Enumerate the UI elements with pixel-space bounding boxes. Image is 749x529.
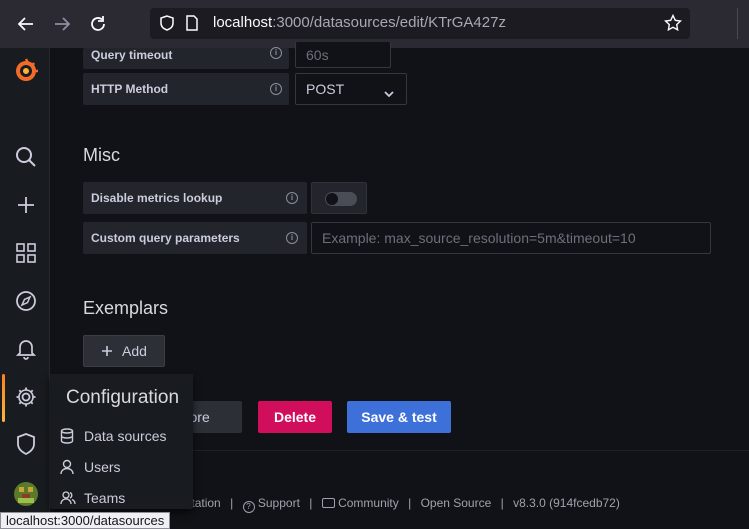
star-icon[interactable] bbox=[663, 13, 683, 36]
query-timeout-text: Query timeout bbox=[91, 48, 173, 62]
menu-item-label: Data sources bbox=[84, 428, 167, 444]
footer-open-source[interactable]: Open Source bbox=[421, 496, 492, 510]
url-path: :3000/datasources/edit/KTrGA427z bbox=[272, 14, 506, 31]
support-icon: ? bbox=[242, 501, 255, 513]
query-timeout-input[interactable]: 60s bbox=[295, 42, 391, 68]
info-icon[interactable]: i bbox=[270, 47, 282, 59]
search-icon[interactable] bbox=[13, 144, 39, 170]
reload-button[interactable] bbox=[82, 8, 114, 40]
side-menu bbox=[0, 48, 50, 529]
plus-icon bbox=[102, 346, 113, 356]
user-icon bbox=[60, 459, 78, 475]
info-icon[interactable]: i bbox=[286, 232, 298, 244]
http-method-select[interactable]: POST bbox=[295, 73, 407, 105]
comment-icon bbox=[321, 498, 335, 508]
disable-metrics-text: Disable metrics lookup bbox=[91, 191, 223, 205]
custom-params-label: Custom query parameters bbox=[83, 222, 307, 254]
menu-item-label: Users bbox=[84, 459, 121, 475]
compass-icon[interactable] bbox=[13, 288, 39, 314]
active-indicator bbox=[2, 374, 5, 422]
disable-metrics-label: Disable metrics lookup bbox=[83, 182, 307, 214]
arrow-left-icon bbox=[17, 17, 33, 31]
info-icon[interactable]: i bbox=[286, 192, 298, 204]
http-method-value: POST bbox=[306, 81, 345, 97]
dashboards-icon[interactable] bbox=[13, 240, 39, 266]
switch-knob bbox=[326, 193, 338, 205]
status-url-tooltip: localhost:3000/datasources bbox=[0, 512, 171, 529]
gear-icon[interactable] bbox=[13, 384, 39, 410]
query-timeout-label: Query timeout bbox=[83, 48, 289, 69]
configuration-menu: Configuration Data sources Users Teams bbox=[50, 374, 193, 509]
misc-heading: Misc bbox=[83, 145, 120, 165]
add-exemplar-button[interactable]: Add bbox=[83, 335, 165, 367]
shield-icon bbox=[160, 15, 174, 35]
menu-item-label: Teams bbox=[84, 490, 126, 506]
menu-item-data-sources[interactable]: Data sources bbox=[60, 424, 166, 448]
arrow-right-icon bbox=[55, 17, 71, 31]
custom-params-text: Custom query parameters bbox=[91, 231, 240, 245]
save-label: Save & test bbox=[361, 409, 437, 425]
custom-params-placeholder: Example: max_source_resolution=5m&timeou… bbox=[322, 230, 636, 246]
add-label: Add bbox=[122, 343, 147, 359]
address-bar[interactable]: localhost:3000/datasources/edit/KTrGA427… bbox=[150, 8, 690, 39]
shield-icon[interactable] bbox=[13, 431, 39, 457]
reload-icon bbox=[91, 16, 105, 31]
bell-icon[interactable] bbox=[13, 336, 39, 362]
http-method-text: HTTP Method bbox=[91, 82, 169, 96]
custom-params-input[interactable]: Example: max_source_resolution=5m&timeou… bbox=[311, 222, 711, 254]
delete-label: Delete bbox=[273, 409, 317, 425]
footer-support[interactable]: Support bbox=[258, 496, 300, 510]
menu-item-users[interactable]: Users bbox=[60, 455, 121, 479]
configuration-menu-title[interactable]: Configuration bbox=[50, 374, 193, 422]
page-icon bbox=[186, 15, 198, 35]
plus-icon[interactable] bbox=[13, 192, 39, 218]
menu-item-teams[interactable]: Teams bbox=[60, 486, 125, 510]
footer-version: v8.3.0 (914fcedb72) bbox=[513, 496, 620, 510]
http-method-label: HTTP Method bbox=[83, 73, 289, 105]
avatar[interactable] bbox=[13, 481, 39, 507]
query-timeout-value: 60s bbox=[306, 46, 329, 63]
database-icon bbox=[60, 428, 78, 444]
teams-icon bbox=[60, 490, 78, 506]
chevron-down-icon bbox=[384, 85, 394, 101]
forward-button[interactable] bbox=[46, 8, 78, 40]
delete-button[interactable]: Delete bbox=[258, 401, 332, 433]
footer: Documentation | ? Support | Community | … bbox=[140, 496, 620, 513]
url-host: localhost bbox=[213, 14, 273, 31]
exemplars-heading: Exemplars bbox=[83, 298, 169, 318]
browser-toolbar: localhost:3000/datasources/edit/KTrGA427… bbox=[0, 0, 749, 48]
back-button[interactable] bbox=[10, 8, 42, 40]
disable-metrics-switch[interactable] bbox=[311, 182, 367, 214]
browser-menu-edge bbox=[737, 8, 749, 39]
save-test-button[interactable]: Save & test bbox=[347, 401, 451, 433]
footer-community[interactable]: Community bbox=[338, 496, 399, 510]
info-icon[interactable]: i bbox=[270, 83, 282, 95]
grafana-logo[interactable] bbox=[13, 58, 39, 84]
